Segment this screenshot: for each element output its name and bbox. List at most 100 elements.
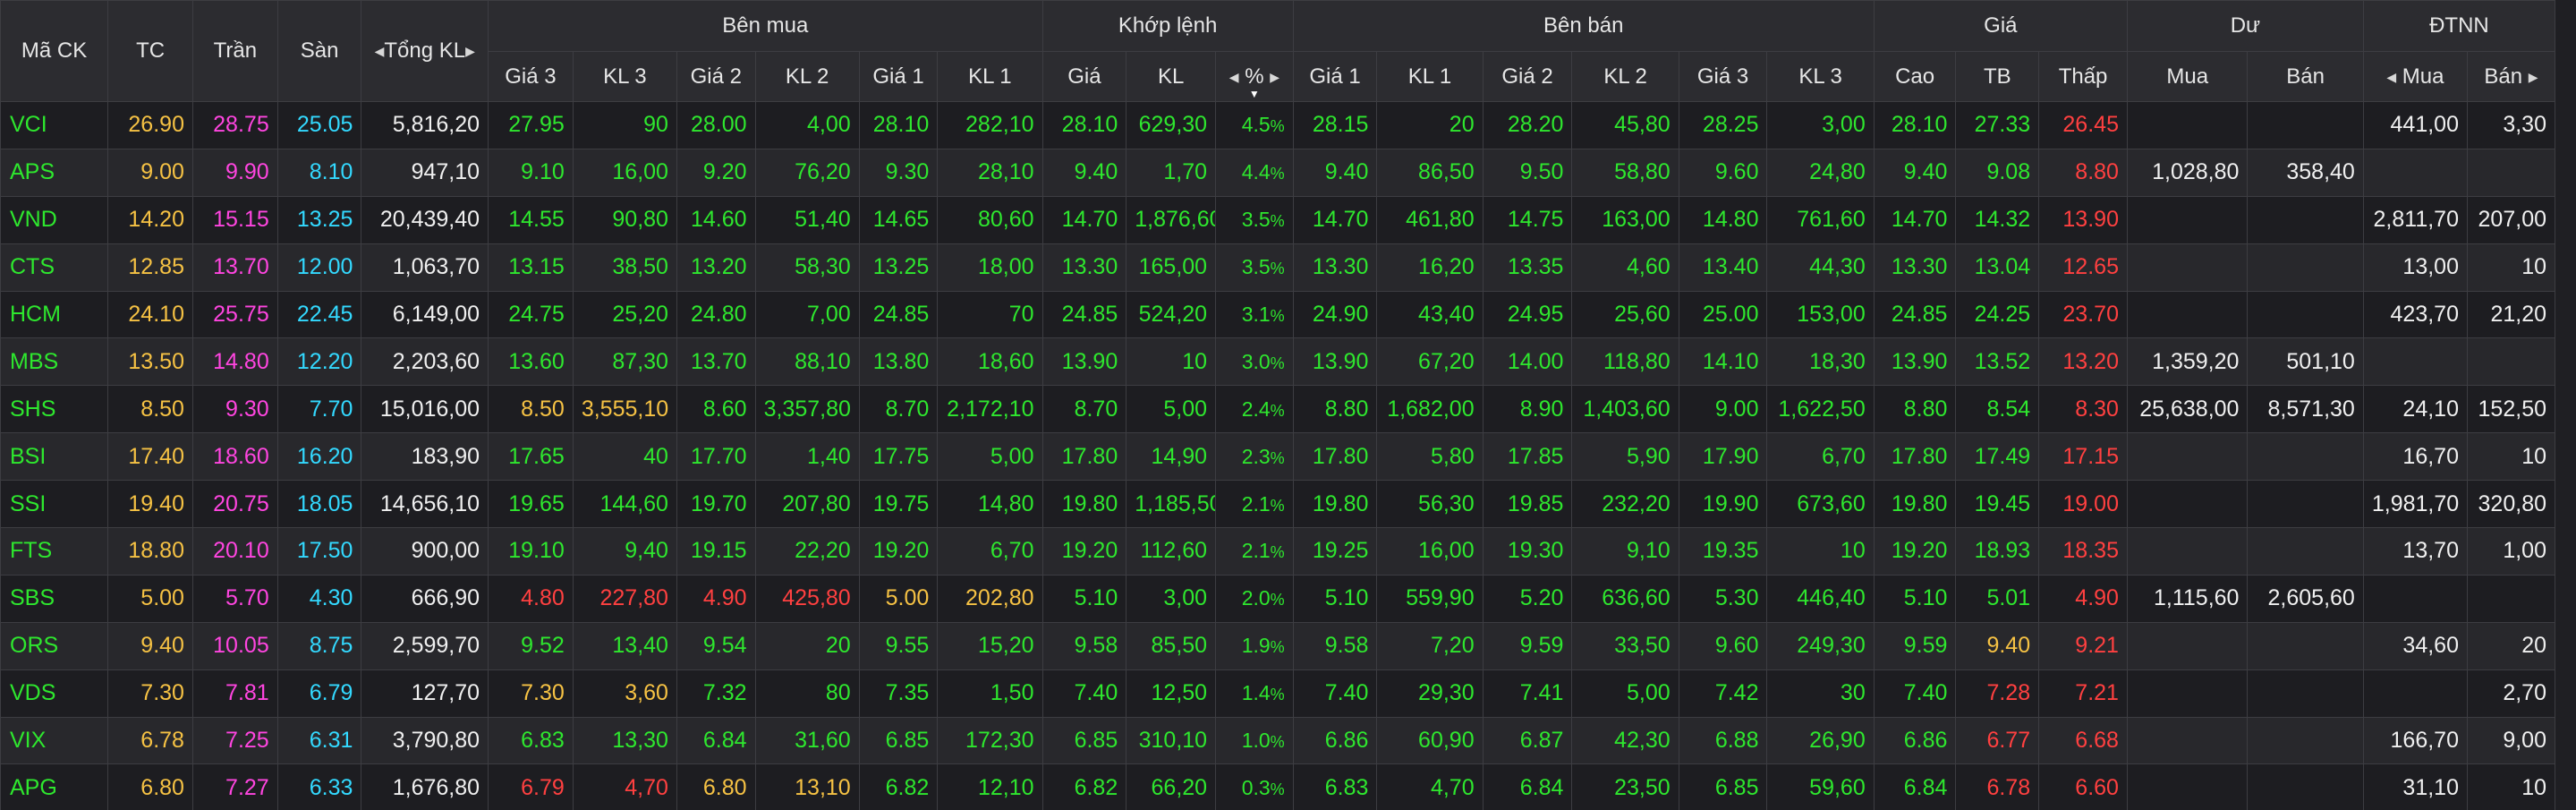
col-header-match-pct[interactable]: ◀ % ▶ ▼: [1215, 51, 1294, 102]
cell-bid-price2: 19.15: [676, 527, 756, 576]
cell-symbol[interactable]: SSI: [0, 480, 109, 529]
cell-low: 19.00: [2038, 480, 2128, 529]
cell-bid-price3: 14.55: [488, 195, 574, 244]
col-header-remain-sell[interactable]: Bán: [2247, 51, 2364, 102]
table-row[interactable]: SSI 19.40 20.75 18.05 14,656,10 19.65 144,60 19…: [0, 480, 2556, 529]
cell-remain-buy: 1,028,80: [2126, 148, 2249, 197]
total-volume-label: Tổng KL: [384, 38, 466, 63]
cell-bid-vol2: 425,80: [754, 574, 860, 623]
col-header-avg[interactable]: TB: [1955, 51, 2040, 102]
cell-bid-vol2: 76,20: [754, 148, 860, 197]
col-header-ask-price3[interactable]: Giá 3: [1678, 51, 1768, 102]
table-row[interactable]: SHS 8.50 9.30 7.70 15,016,00 8.50 3,555,10 8.60…: [0, 385, 2556, 434]
cell-foreign-sell: [2466, 337, 2556, 387]
col-header-remain-buy[interactable]: Mua: [2126, 51, 2249, 102]
cell-match-pct: 1.4%: [1215, 669, 1294, 718]
cell-low: 17.15: [2038, 432, 2128, 482]
cell-ask-vol2: 5,90: [1571, 432, 1679, 482]
cell-ask-price3: 6.85: [1678, 763, 1768, 810]
cell-bid-price3: 6.83: [488, 716, 574, 765]
pct-right-icon[interactable]: ▶: [1270, 70, 1279, 84]
table-row[interactable]: APG 6.80 7.27 6.33 1,676,80 6.79 4,70 6.80 13,10…: [0, 763, 2556, 810]
col-header-low[interactable]: Thấp: [2038, 51, 2128, 102]
cell-bid-vol1: 282,10: [937, 101, 1043, 149]
table-row[interactable]: CTS 12.85 13.70 12.00 1,063,70 13.15 38,50 13.2…: [0, 243, 2556, 292]
cell-symbol[interactable]: MBS: [0, 337, 109, 387]
foreign-buy-label: Mua: [2402, 64, 2444, 89]
cell-bid-price1: 7.35: [858, 669, 939, 718]
cell-match-vol: 66,20: [1126, 763, 1217, 810]
foreign-right-icon[interactable]: ▶: [2529, 70, 2538, 84]
cell-bid-vol2: 207,80: [754, 480, 860, 529]
scroll-right-icon[interactable]: ▶: [465, 44, 475, 58]
cell-high: 14.70: [1873, 195, 1957, 244]
cell-avg: 14.32: [1955, 195, 2040, 244]
table-row[interactable]: HCM 24.10 25.75 22.45 6,149,00 24.75 25,20 24.8…: [0, 290, 2556, 339]
col-header-ask-vol1[interactable]: KL 1: [1376, 51, 1484, 102]
col-header-match-price[interactable]: Giá: [1041, 51, 1127, 102]
cell-symbol[interactable]: VDS: [0, 669, 109, 718]
cell-symbol[interactable]: SHS: [0, 385, 109, 434]
cell-bid-vol3: 25,20: [572, 290, 677, 339]
cell-symbol[interactable]: CTS: [0, 243, 109, 292]
cell-ask-price1: 9.40: [1292, 148, 1378, 197]
sort-descending-icon[interactable]: ▼: [1249, 89, 1260, 99]
cell-symbol[interactable]: BSI: [0, 432, 109, 482]
foreign-left-icon[interactable]: ◀: [2386, 70, 2396, 84]
col-header-symbol[interactable]: Mã CK: [0, 0, 109, 102]
table-row[interactable]: VCI 26.90 28.75 25.05 5,816,20 27.95 90 28.00 4,…: [0, 101, 2556, 149]
cell-ask-vol2: 118,80: [1571, 337, 1679, 387]
cell-ref: 12.85: [107, 243, 193, 292]
cell-ask-price3: 17.90: [1678, 432, 1768, 482]
cell-ceiling: 9.30: [191, 385, 278, 434]
cell-symbol[interactable]: HCM: [0, 290, 109, 339]
percent-sign: %: [1270, 448, 1285, 467]
col-header-bid-vol1[interactable]: KL 1: [937, 51, 1043, 102]
table-row[interactable]: VND 14.20 15.15 13.25 20,439,40 14.55 90,80 14.…: [0, 195, 2556, 244]
scroll-left-icon[interactable]: ◀: [375, 44, 385, 58]
col-header-ask-price2[interactable]: Giá 2: [1482, 51, 1573, 102]
table-row[interactable]: SBS 5.00 5.70 4.30 666,90 4.80 227,80 4.90 425,8…: [0, 574, 2556, 623]
col-header-total-volume[interactable]: ◀Tổng KL▶: [361, 0, 489, 102]
col-header-ask-price1[interactable]: Giá 1: [1292, 51, 1378, 102]
cell-remain-buy: 1,359,20: [2126, 337, 2249, 387]
table-row[interactable]: ORS 9.40 10.05 8.75 2,599,70 9.52 13,40 9.54 20 9…: [0, 621, 2556, 670]
pct-left-icon[interactable]: ◀: [1229, 70, 1239, 84]
col-header-bid-vol3[interactable]: KL 3: [572, 51, 677, 102]
cell-low: 9.21: [2038, 621, 2128, 670]
col-header-foreign-buy[interactable]: ◀ Mua: [2362, 51, 2468, 102]
col-header-ref[interactable]: TC: [107, 0, 193, 102]
cell-symbol[interactable]: VCI: [0, 101, 109, 149]
col-header-match-vol[interactable]: KL: [1126, 51, 1217, 102]
col-header-bid-price3[interactable]: Giá 3: [488, 51, 574, 102]
col-header-ask-vol3[interactable]: KL 3: [1766, 51, 1875, 102]
table-row[interactable]: MBS 13.50 14.80 12.20 2,203,60 13.60 87,30 13.7…: [0, 337, 2556, 387]
cell-symbol[interactable]: SBS: [0, 574, 109, 623]
cell-avg: 27.33: [1955, 101, 2040, 149]
table-row[interactable]: VIX 6.78 7.25 6.31 3,790,80 6.83 13,30 6.84 31,6…: [0, 716, 2556, 765]
cell-symbol[interactable]: ORS: [0, 621, 109, 670]
cell-symbol[interactable]: APS: [0, 148, 109, 197]
table-row[interactable]: APS 9.00 9.90 8.10 947,10 9.10 16,00 9.20 76,20 9…: [0, 148, 2556, 197]
cell-remain-buy: [2126, 716, 2249, 765]
col-header-bid-price1[interactable]: Giá 1: [858, 51, 939, 102]
table-row[interactable]: BSI 17.40 18.60 16.20 183,90 17.65 40 17.70 1,40…: [0, 432, 2556, 482]
cell-foreign-sell: [2466, 148, 2556, 197]
cell-symbol[interactable]: VND: [0, 195, 109, 244]
cell-symbol[interactable]: VIX: [0, 716, 109, 765]
cell-ceiling: 18.60: [191, 432, 278, 482]
col-header-floor[interactable]: Sàn: [276, 0, 362, 102]
col-header-bid-price2[interactable]: Giá 2: [676, 51, 756, 102]
cell-foreign-buy: 2,811,70: [2362, 195, 2468, 244]
table-row[interactable]: FTS 18.80 20.10 17.50 900,00 19.10 9,40 19.15 22…: [0, 527, 2556, 576]
cell-high: 6.84: [1873, 763, 1957, 810]
table-row[interactable]: VDS 7.30 7.81 6.79 127,70 7.30 3,60 7.32 80 7.35 1…: [0, 669, 2556, 718]
cell-match-vol: 1,185,50: [1126, 480, 1217, 529]
col-header-ceiling[interactable]: Trần: [191, 0, 278, 102]
col-header-ask-vol2[interactable]: KL 2: [1571, 51, 1679, 102]
cell-symbol[interactable]: FTS: [0, 527, 109, 576]
col-header-bid-vol2[interactable]: KL 2: [754, 51, 860, 102]
col-header-high[interactable]: Cao: [1873, 51, 1957, 102]
cell-symbol[interactable]: APG: [0, 763, 109, 810]
col-header-foreign-sell[interactable]: Bán ▶: [2466, 51, 2556, 102]
